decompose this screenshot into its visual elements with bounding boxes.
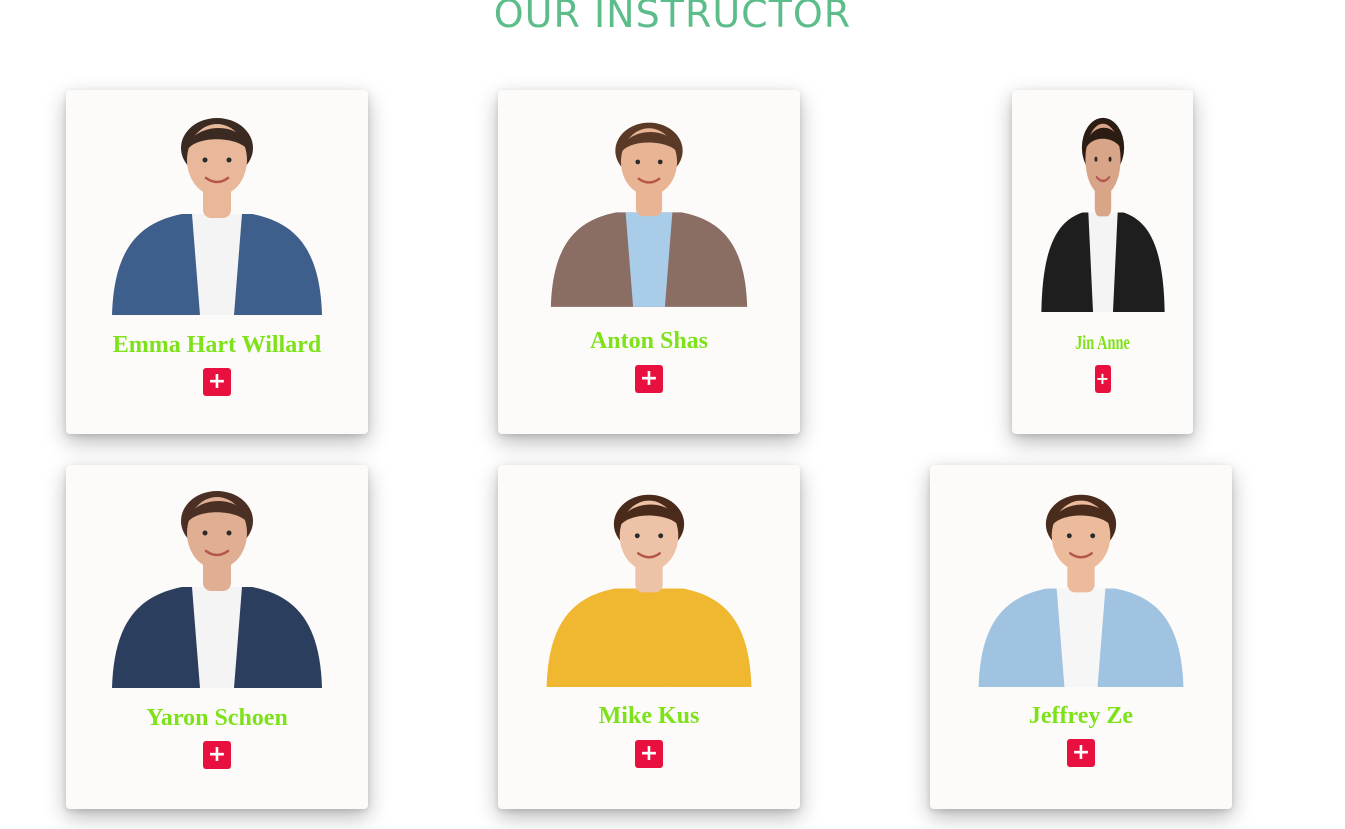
instructor-card: Jin Anne + [1012, 90, 1193, 434]
instructor-photo [546, 494, 752, 687]
plus-icon: + [1095, 369, 1110, 388]
instructor-card: Yaron Schoen + [66, 465, 368, 809]
instructor-name: Mike Kus [598, 703, 700, 729]
instructor-card: Emma Hart Willard + [66, 90, 368, 434]
instructor-photo [1040, 117, 1165, 312]
instructor-card: Jeffrey Ze + [930, 465, 1232, 809]
expand-button[interactable]: + [1094, 365, 1111, 393]
section-title: OUR INSTRUCTOR [493, 0, 852, 36]
instructor-name: Jeffrey Ze [1028, 703, 1134, 729]
instructor-photo [550, 122, 748, 307]
instructor-card: Mike Kus + [498, 465, 800, 809]
expand-button[interactable]: + [635, 740, 663, 768]
instructor-name: Yaron Schoen [146, 705, 288, 731]
plus-icon: + [207, 742, 227, 767]
instructor-name: Anton Shas [589, 328, 709, 354]
instructor-name: Jin Anne [1075, 332, 1130, 354]
instructor-photo [978, 494, 1184, 687]
instructor-name: Emma Hart Willard [112, 332, 322, 358]
plus-icon: + [1071, 740, 1091, 765]
instructor-page: OUR INSTRUCTOR Emma Hart Willard + Anton… [0, 0, 1345, 829]
plus-icon: + [639, 366, 659, 391]
expand-button[interactable]: + [1067, 739, 1095, 767]
instructor-card: Anton Shas + [498, 90, 800, 434]
instructor-photo [112, 491, 322, 688]
expand-button[interactable]: + [203, 741, 231, 769]
expand-button[interactable]: + [635, 365, 663, 393]
expand-button[interactable]: + [203, 368, 231, 396]
plus-icon: + [207, 369, 227, 394]
instructor-photo [112, 118, 322, 315]
plus-icon: + [639, 741, 659, 766]
